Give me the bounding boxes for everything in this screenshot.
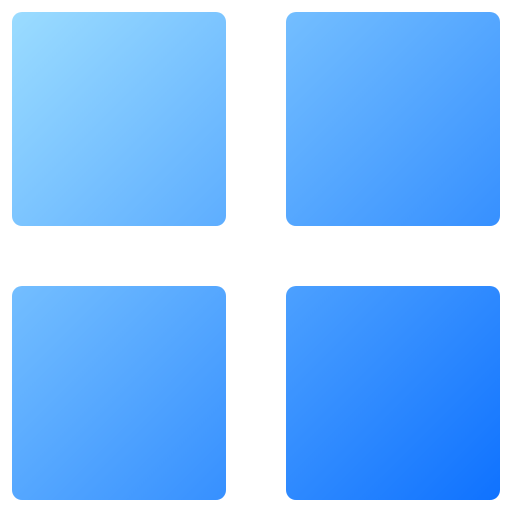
bottom-right-tile — [286, 286, 500, 500]
top-left-tile — [12, 12, 226, 226]
windows-logo-svg — [12, 12, 500, 500]
bottom-left-tile — [12, 286, 226, 500]
top-right-tile — [286, 12, 500, 226]
windows-grid-icon — [0, 0, 512, 512]
